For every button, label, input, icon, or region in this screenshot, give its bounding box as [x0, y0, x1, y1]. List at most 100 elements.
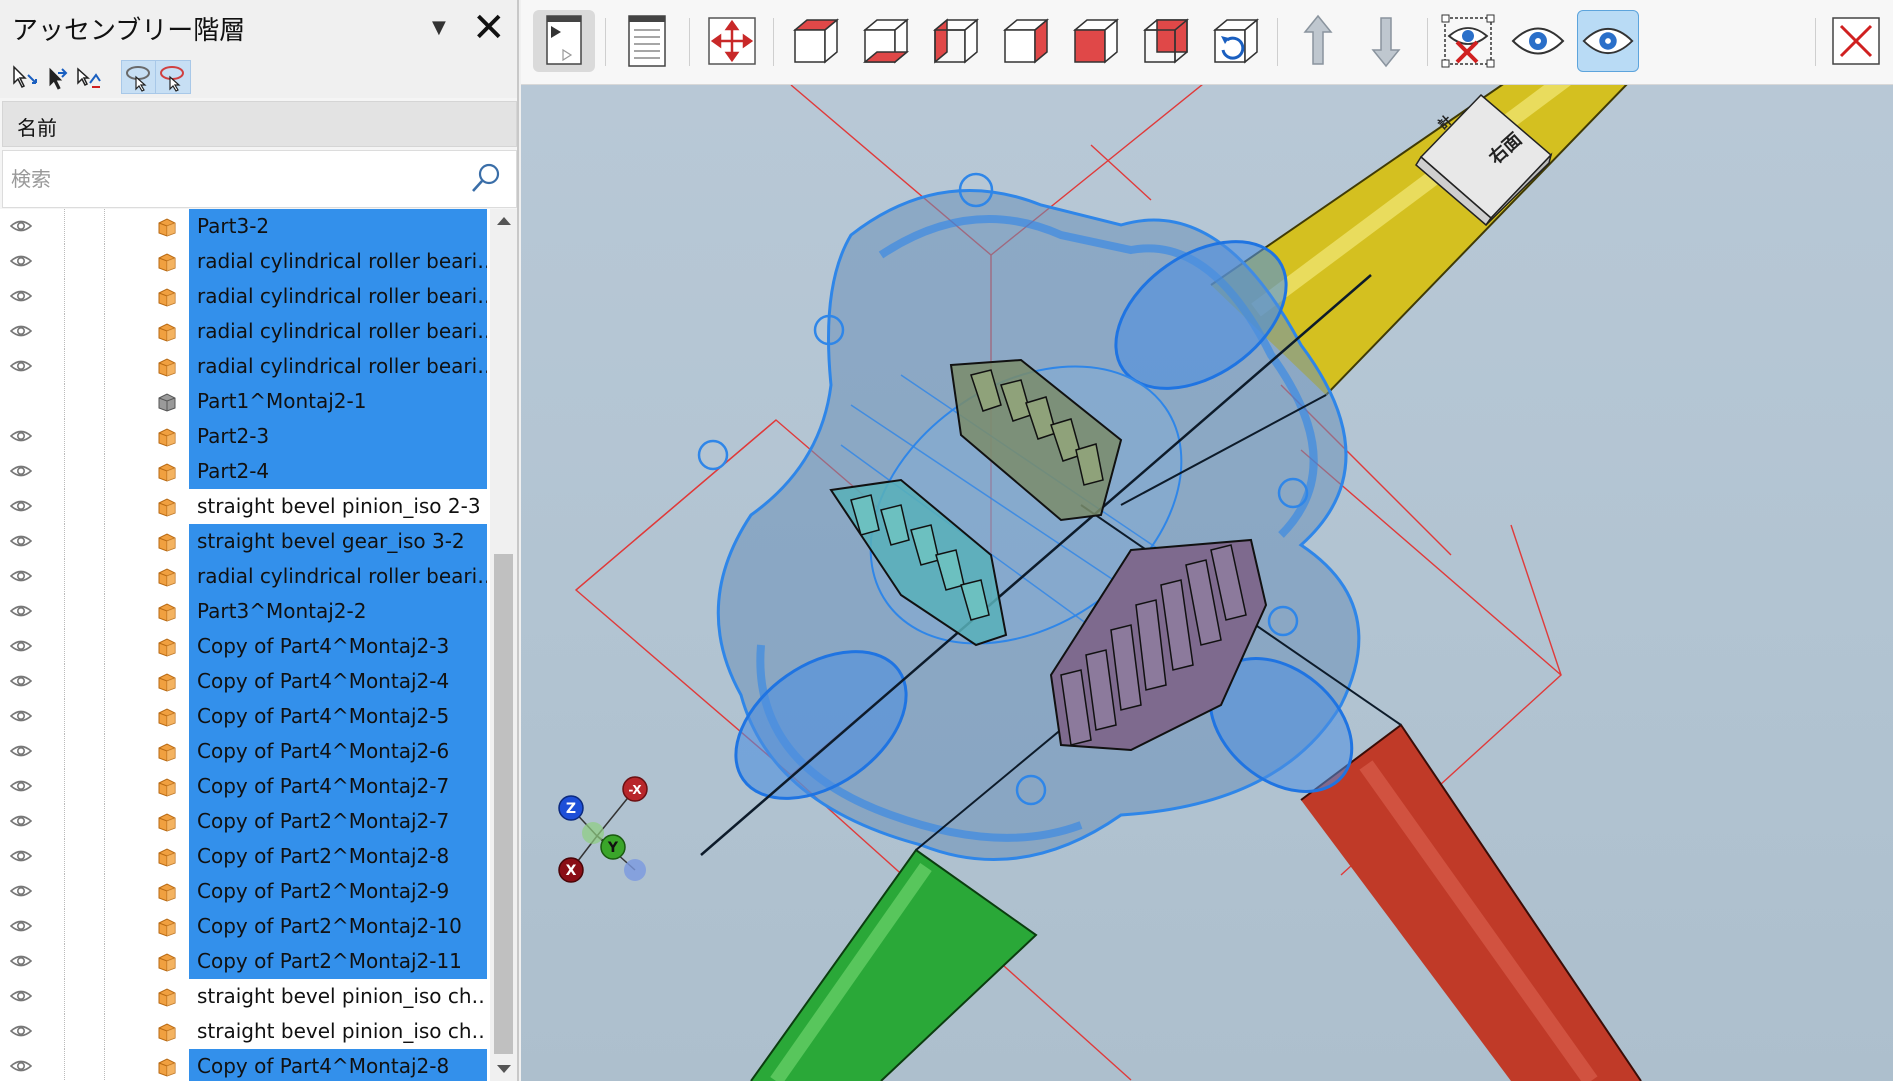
visibility-eye-icon[interactable] — [10, 812, 32, 830]
tree-row[interactable]: Copy of Part2^Montaj2-10 — [0, 909, 490, 944]
visibility-eye-icon[interactable] — [10, 882, 32, 900]
panel-close-icon[interactable]: ✕ — [472, 2, 506, 54]
visibility-eye-icon[interactable] — [10, 427, 32, 445]
tree-row[interactable]: Copy of Part2^Montaj2-11 — [0, 944, 490, 979]
select-up-icon[interactable] — [40, 61, 72, 93]
tree-item-label: Copy of Part4^Montaj2-3 — [189, 629, 487, 664]
view-back-button[interactable] — [1065, 10, 1127, 72]
visibility-eye-icon[interactable] — [10, 497, 32, 515]
tree-row[interactable]: Copy of Part4^Montaj2-4 — [0, 664, 490, 699]
name-column-header[interactable]: 名前 — [2, 101, 517, 147]
tree-item-label: radial cylindrical roller beari… — [189, 314, 487, 349]
red-shaft[interactable] — [1300, 723, 1642, 1081]
visibility-eye-icon[interactable] — [10, 567, 32, 585]
tree-row[interactable]: radial cylindrical roller beari… — [0, 244, 490, 279]
tree-row[interactable]: Part3^Montaj2-2 — [0, 594, 490, 629]
search-input[interactable] — [9, 163, 453, 195]
tree-row[interactable]: straight bevel gear_iso 3-2 — [0, 524, 490, 559]
tree-row[interactable]: Part2-3 — [0, 419, 490, 454]
visibility-eye-icon[interactable] — [10, 357, 32, 375]
visibility-eye-icon[interactable] — [10, 637, 32, 655]
visibility-eye-icon[interactable] — [10, 1057, 32, 1075]
tree-item-label: Copy of Part2^Montaj2-11 — [189, 944, 487, 979]
visibility-eye-icon[interactable] — [10, 777, 32, 795]
visibility-eye-icon[interactable] — [10, 287, 32, 305]
view-left-button[interactable] — [925, 10, 987, 72]
visibility-eye-icon[interactable] — [10, 252, 32, 270]
visibility-eye-icon[interactable] — [10, 847, 32, 865]
properties-panel-button[interactable] — [617, 10, 679, 72]
tree-row[interactable]: Copy of Part2^Montaj2-8 — [0, 839, 490, 874]
tree-row[interactable]: Copy of Part2^Montaj2-7 — [0, 804, 490, 839]
show-all-button[interactable] — [1507, 10, 1569, 72]
tree-guide-line — [104, 804, 106, 839]
tree-row[interactable]: radial cylindrical roller beari… — [0, 279, 490, 314]
visibility-eye-icon[interactable] — [10, 917, 32, 935]
panel-toggle-button[interactable] — [533, 10, 595, 72]
view-bottom-button[interactable] — [855, 10, 917, 72]
visibility-eye-icon[interactable] — [10, 322, 32, 340]
visibility-eye-icon[interactable] — [10, 707, 32, 725]
view-rotate-button[interactable] — [1205, 10, 1267, 72]
tree-scrollbar[interactable] — [490, 209, 517, 1081]
tree-guide-line — [64, 594, 66, 629]
visibility-eye-icon[interactable] — [10, 602, 32, 620]
assembly-3d-model[interactable]: 右面 計 Z -X Y X — [521, 85, 1893, 1081]
tree-row[interactable]: Copy of Part2^Montaj2-9 — [0, 874, 490, 909]
tree-row[interactable]: Part3-2 — [0, 209, 490, 244]
visibility-eye-icon[interactable] — [10, 1022, 32, 1040]
tree-row[interactable]: radial cylindrical roller beari… — [0, 349, 490, 384]
tree-row[interactable]: straight bevel pinion_iso ch… — [0, 1014, 490, 1049]
green-shaft[interactable] — [750, 848, 1038, 1081]
fit-all-button[interactable] — [701, 10, 763, 72]
scroll-down-arrow-icon[interactable] — [497, 1065, 511, 1073]
filter-selected-button[interactable] — [121, 60, 157, 94]
move-up-button[interactable] — [1287, 10, 1349, 72]
tree-row[interactable]: Part1^Montaj2-1 — [0, 384, 490, 419]
tree-row[interactable]: radial cylindrical roller beari… — [0, 559, 490, 594]
assembly-hierarchy-panel: アッセンブリー階層 ▼ ✕ 名前 検索 Part3-2 radial cylin… — [0, 0, 519, 1081]
tree-row[interactable]: Copy of Part4^Montaj2-5 — [0, 699, 490, 734]
tree-row[interactable]: Copy of Part4^Montaj2-8 — [0, 1049, 490, 1081]
hide-selected-button[interactable] — [1437, 10, 1499, 72]
tree-guide-line — [64, 909, 66, 944]
view-top-button[interactable] — [1135, 10, 1197, 72]
select-toggle-icon[interactable] — [72, 61, 104, 93]
filter-deselect-button[interactable] — [155, 60, 191, 94]
move-down-button[interactable] — [1355, 10, 1417, 72]
tree-guide-line — [104, 349, 106, 384]
tree-row[interactable]: radial cylindrical roller beari… — [0, 314, 490, 349]
visibility-eye-icon[interactable] — [10, 952, 32, 970]
tree-row[interactable]: straight bevel pinion_iso ch… — [0, 979, 490, 1014]
tree-row[interactable]: Copy of Part4^Montaj2-3 — [0, 629, 490, 664]
visibility-eye-icon[interactable] — [10, 462, 32, 480]
tree-guide-line — [64, 699, 66, 734]
axis-neg-x-label: -X — [628, 783, 642, 797]
tree-item-label: Part2-4 — [189, 454, 487, 489]
visibility-eye-icon[interactable] — [10, 987, 32, 1005]
tree-guide-line — [64, 1049, 66, 1081]
tree-row[interactable]: Copy of Part4^Montaj2-7 — [0, 769, 490, 804]
visibility-eye-icon[interactable] — [10, 532, 32, 550]
view-front-button[interactable] — [785, 10, 847, 72]
close-view-button[interactable] — [1825, 10, 1887, 72]
scroll-thumb[interactable] — [494, 554, 513, 1054]
tree-row[interactable]: Part2-4 — [0, 454, 490, 489]
view-right-button[interactable] — [995, 10, 1057, 72]
panel-menu-dropdown-icon[interactable]: ▼ — [432, 17, 446, 38]
differential-housing[interactable] — [697, 172, 1378, 861]
tree-guide-line — [64, 209, 66, 244]
axis-triad[interactable]: Z -X Y X — [558, 776, 648, 883]
visibility-eye-icon[interactable] — [10, 672, 32, 690]
tree-guide-line — [64, 279, 66, 314]
3d-viewport[interactable]: 右面 計 Z -X Y X — [521, 85, 1893, 1081]
part-icon — [158, 428, 176, 447]
select-down-icon[interactable] — [8, 61, 40, 93]
visibility-eye-icon[interactable] — [10, 742, 32, 760]
visibility-eye-icon[interactable] — [10, 217, 32, 235]
show-hidden-toggle-button[interactable] — [1577, 10, 1639, 72]
tree-row[interactable]: straight bevel pinion_iso 2-3 — [0, 489, 490, 524]
scroll-up-arrow-icon[interactable] — [497, 217, 511, 225]
search-icon[interactable] — [469, 161, 503, 195]
tree-row[interactable]: Copy of Part4^Montaj2-6 — [0, 734, 490, 769]
